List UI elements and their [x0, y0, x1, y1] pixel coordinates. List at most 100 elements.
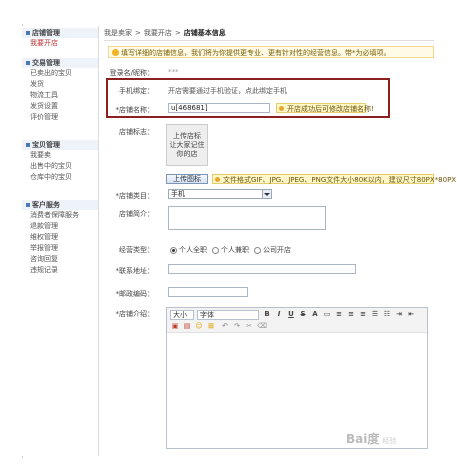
sidebar-group-trade: 交易管理 已卖出的宝贝 发货 物流工具 发货设置 评价管理: [22, 58, 98, 123]
radio-label: 个人兼职: [221, 246, 249, 254]
breadcrumb-open-shop[interactable]: 我要开店: [144, 29, 172, 37]
shop-name-label: *店铺名称：: [115, 106, 155, 114]
sidebar-item-sold[interactable]: 已卖出的宝贝: [22, 68, 98, 79]
table-icon[interactable]: ⊞: [207, 322, 215, 330]
redo-icon[interactable]: ↷: [233, 322, 241, 330]
intro-textarea[interactable]: [168, 206, 326, 230]
sidebar-item-open-shop[interactable]: 我要开店: [22, 38, 98, 49]
breadcrumb-seller[interactable]: 我是卖家: [104, 29, 132, 37]
strikethrough-icon[interactable]: S: [299, 310, 307, 318]
cut-icon[interactable]: ✂: [245, 322, 253, 330]
radio-parttime[interactable]: 个人兼职: [212, 245, 249, 255]
align-center-icon[interactable]: ≡: [347, 310, 355, 318]
sidebar-item-on-sale[interactable]: 出售中的宝贝: [22, 161, 98, 172]
upload-logo-button[interactable]: 上传图标: [166, 174, 208, 184]
sidebar-group-label: 店铺管理: [32, 29, 60, 37]
divider: [104, 40, 434, 41]
align-right-icon[interactable]: ≡: [359, 310, 367, 318]
radio-icon: [212, 246, 219, 254]
sidebar-item-sell[interactable]: 我要卖: [22, 150, 98, 161]
category-value: 手机: [171, 190, 185, 198]
watermark: Bai度 经验: [346, 430, 396, 447]
sidebar-group-items: 宝贝管理 我要卖 出售中的宝贝 仓库中的宝贝: [22, 140, 98, 183]
category-label: *店铺类目：: [115, 192, 155, 200]
italic-icon[interactable]: I: [275, 310, 283, 318]
indent-icon[interactable]: ⇥: [395, 310, 403, 318]
sidebar-item-refunds[interactable]: 退款管理: [22, 221, 98, 232]
radio-company[interactable]: 公司开店: [254, 245, 291, 255]
bulb-icon: [215, 177, 220, 182]
radio-fulltime[interactable]: 个人全职: [170, 245, 207, 255]
rich-text-editor[interactable]: 大小 字体 B I U S A ▭ ≡ ≡ ≡ ☰ ☷ ⇥ ⇤ ▣ ▤ ☺ ⊞ …: [166, 307, 428, 449]
clear-format-icon[interactable]: ⌫: [257, 322, 267, 330]
sidebar-group-header[interactable]: 交易管理: [22, 58, 98, 68]
notice-banner: 填写详细的店铺信息，我们将为你提供更专业、更有针对性的经营信息。带*为必填项。: [108, 46, 434, 58]
address-input[interactable]: [168, 264, 356, 274]
sidebar: 店铺管理 我要开店 交易管理 已卖出的宝贝 发货 物流工具 发货设置 评价管理 …: [22, 26, 99, 456]
breadcrumb-current: 店铺基本信息: [183, 29, 226, 37]
sidebar-item-protection[interactable]: 消费者保障服务: [22, 210, 98, 221]
insert-media-icon[interactable]: ▤: [183, 322, 191, 330]
sidebar-item-violations[interactable]: 违规记录: [22, 265, 98, 276]
bullet-icon: [26, 203, 30, 207]
radio-icon: [170, 246, 177, 254]
watermark-brand: Bai度: [346, 432, 380, 446]
radio-label: 个人全职: [179, 246, 207, 254]
sidebar-item-ship-settings[interactable]: 发货设置: [22, 101, 98, 112]
desc-label: *店铺介绍：: [115, 310, 155, 318]
emoticon-icon[interactable]: ☺: [195, 322, 203, 330]
watermark-sub: 经验: [382, 437, 397, 445]
zip-input[interactable]: [168, 287, 248, 297]
sidebar-item-warehouse[interactable]: 仓库中的宝贝: [22, 172, 98, 183]
login-label: 登录名/昵称：: [109, 69, 154, 77]
sidebar-item-consult[interactable]: 咨询回复: [22, 254, 98, 265]
sidebar-group-header[interactable]: 客户服务: [22, 200, 98, 210]
highlight-icon[interactable]: ▭: [323, 310, 331, 318]
font-family-select[interactable]: 字体: [197, 310, 259, 320]
ordered-list-icon[interactable]: ☰: [371, 310, 379, 318]
insert-image-icon[interactable]: ▣: [171, 322, 179, 330]
hint-text: 开店成功后可修改店铺名称!: [287, 105, 374, 113]
sidebar-group-label: 交易管理: [32, 59, 60, 67]
sidebar-group-label: 宝贝管理: [32, 141, 60, 149]
type-label: 经营类型：: [119, 246, 154, 254]
sidebar-item-ship[interactable]: 发货: [22, 79, 98, 90]
bulb-icon: [279, 106, 284, 111]
zip-label: *邮政编码：: [115, 290, 155, 298]
radio-icon: [254, 246, 261, 254]
sidebar-item-logistics[interactable]: 物流工具: [22, 90, 98, 101]
editor-toolbar-row2: ▣ ▤ ☺ ⊞ ↶ ↷ ✂ ⌫: [167, 320, 427, 333]
bullet-icon: [26, 143, 30, 147]
address-label: *联系地址：: [115, 267, 155, 275]
sidebar-group-header[interactable]: 店铺管理: [22, 28, 98, 38]
info-icon: [112, 49, 119, 56]
chevron-down-icon: [262, 190, 271, 198]
font-size-select[interactable]: 大小: [170, 310, 194, 320]
hint-text: 文件格式GIF、JPG、JPEG、PNG文件大小80K以内，建议尺寸80PX*8…: [223, 176, 457, 184]
sidebar-group-label: 客户服务: [32, 201, 60, 209]
bold-icon[interactable]: B: [263, 310, 271, 318]
radio-label: 公司开店: [263, 246, 291, 254]
logo-text: 你的店: [176, 150, 198, 158]
shop-name-input[interactable]: u[468681]: [168, 103, 270, 113]
sidebar-group-shop: 店铺管理 我要开店: [22, 28, 98, 49]
sidebar-group-header[interactable]: 宝贝管理: [22, 140, 98, 150]
breadcrumb-separator: >: [135, 29, 141, 37]
sidebar-item-reviews[interactable]: 评价管理: [22, 112, 98, 123]
breadcrumb: 我是卖家 > 我要开店 > 店铺基本信息: [104, 27, 226, 39]
underline-icon[interactable]: U: [287, 310, 295, 318]
outdent-icon[interactable]: ⇤: [407, 310, 415, 318]
sidebar-item-rights[interactable]: 维权管理: [22, 232, 98, 243]
bind-phone-link[interactable]: 开店需要通过手机验证，点此绑定手机: [168, 86, 287, 96]
logo-text: 上传店标: [173, 132, 201, 140]
logo-label: 店铺标志：: [119, 128, 154, 136]
align-left-icon[interactable]: ≡: [335, 310, 343, 318]
text-color-icon[interactable]: A: [311, 310, 319, 318]
shop-name-hint: 开店成功后可修改店铺名称!: [276, 103, 374, 113]
sidebar-item-reports[interactable]: 举报管理: [22, 243, 98, 254]
category-select[interactable]: 手机: [168, 189, 272, 199]
unordered-list-icon[interactable]: ☷: [383, 310, 391, 318]
undo-icon[interactable]: ↶: [221, 322, 229, 330]
logo-text: 让大家记住: [169, 141, 205, 149]
logo-placeholder[interactable]: 上传店标 让大家记住 你的店: [166, 124, 208, 166]
